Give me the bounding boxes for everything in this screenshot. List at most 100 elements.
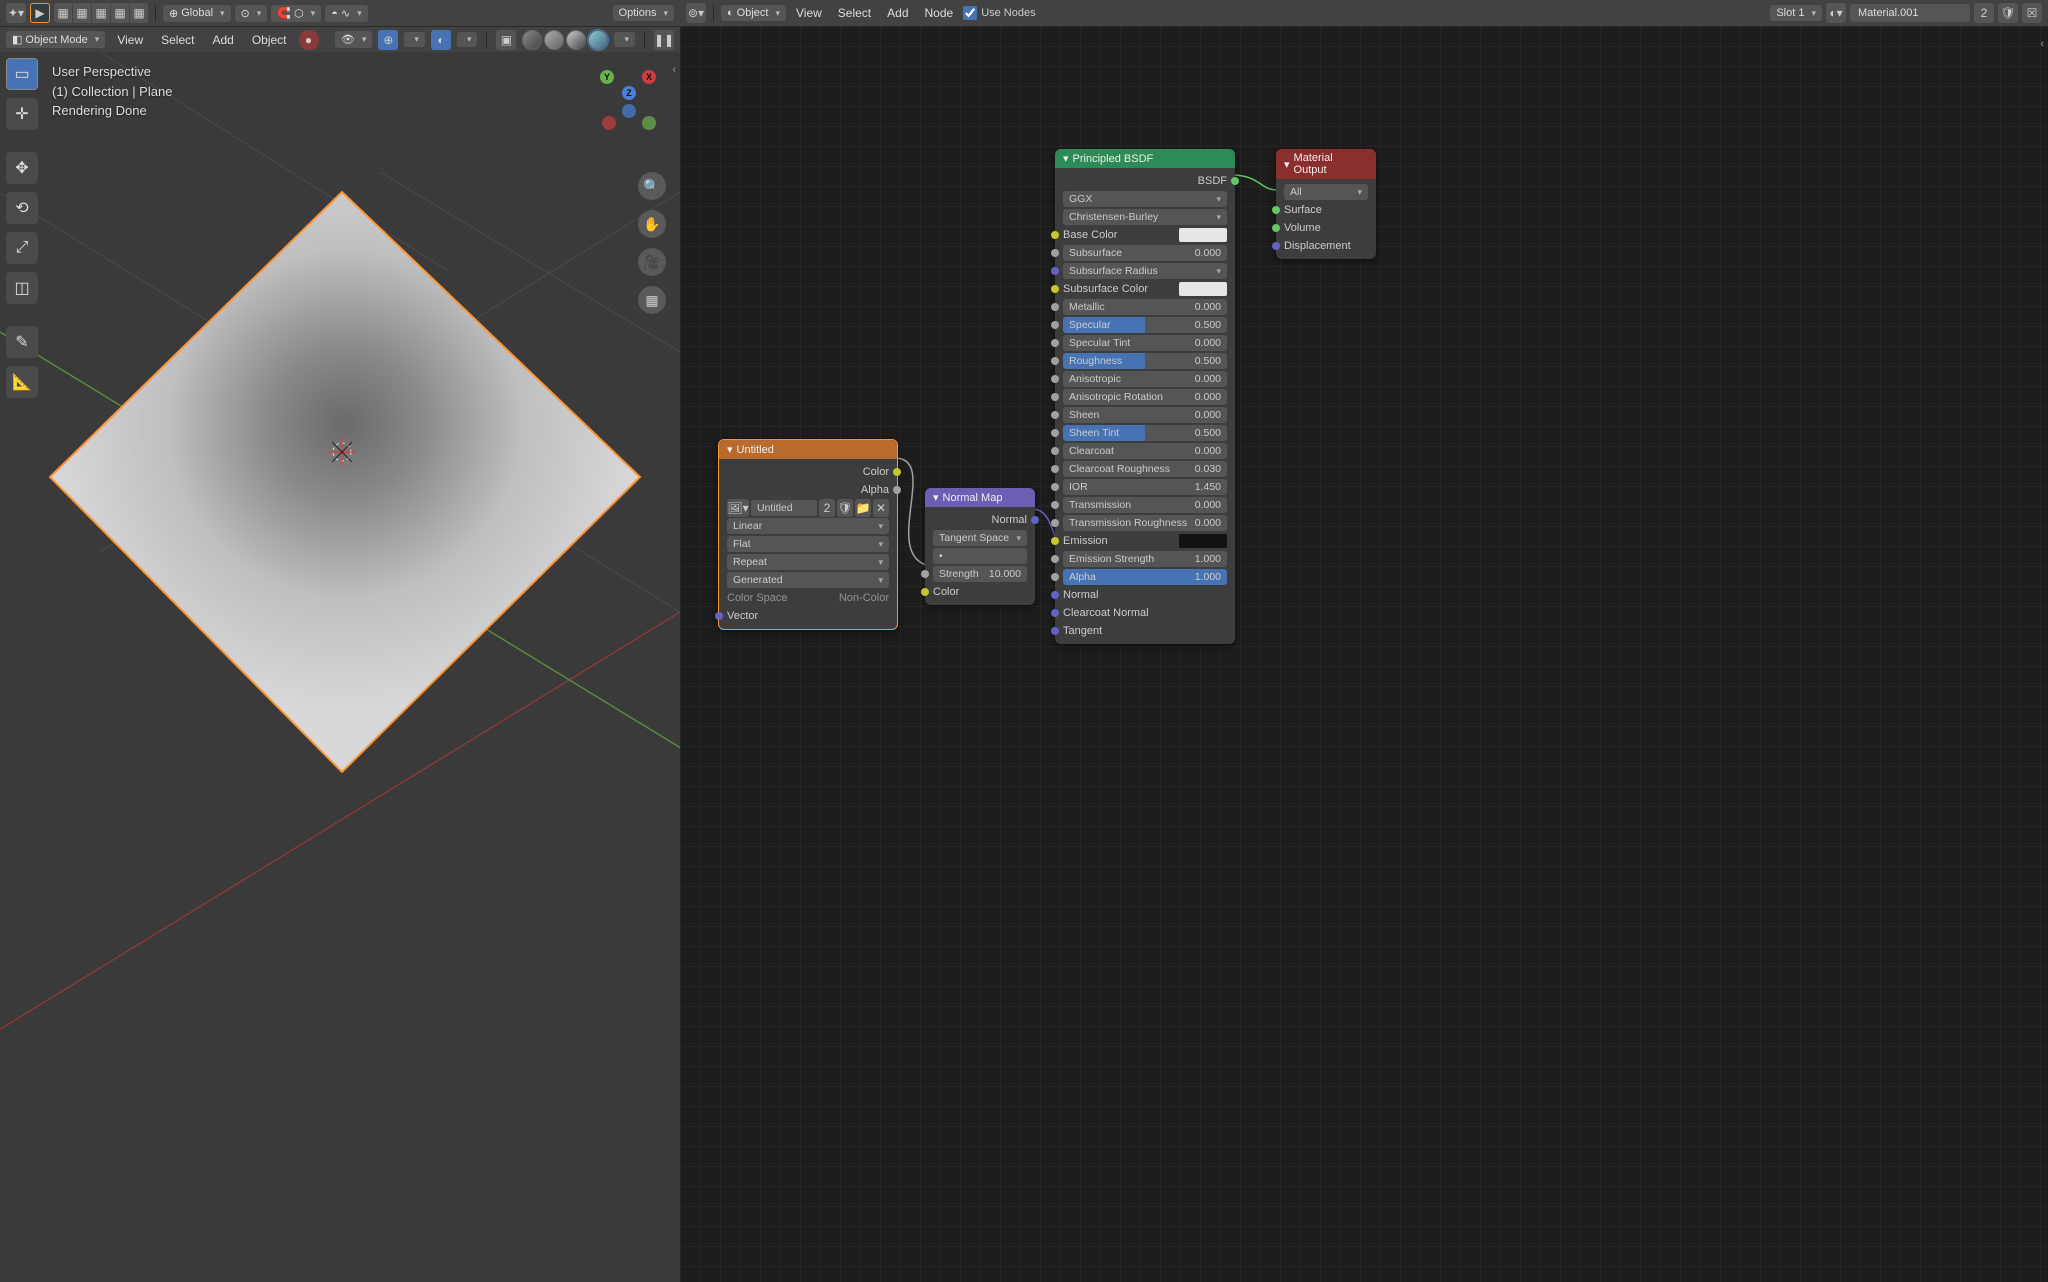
select-mode-group[interactable]: ▦ ▦ ▦ ▦ ▦ xyxy=(54,3,148,23)
shading-modes[interactable] xyxy=(522,30,608,50)
tool-rotate[interactable]: ⟲ xyxy=(6,192,38,224)
viewport-header-1: ✦▾ ▶ ▦ ▦ ▦ ▦ ▦ ⊕Global ⊙ 🧲 ⬡ ◓ ∿ Options xyxy=(0,0,680,26)
bsdf-input-anisotropic-rotation[interactable]: Anisotropic Rotation0.000 xyxy=(1055,388,1235,406)
overlay-dropdown[interactable] xyxy=(457,32,478,47)
menu-view[interactable]: View xyxy=(111,31,149,49)
new-material-icon[interactable]: ☒ xyxy=(2022,3,2042,23)
nav-gizmo[interactable]: X Y Z xyxy=(598,62,662,126)
cursor-tool-icon[interactable]: ▶ xyxy=(30,3,50,23)
node-editor-panel: ⊚▾ ◐Object View Select Add Node Use Node… xyxy=(680,0,2048,1282)
extension-dropdown[interactable]: Repeat xyxy=(727,554,889,570)
bsdf-input-tangent[interactable]: Tangent xyxy=(1055,622,1235,640)
bsdf-input-subsurface[interactable]: Subsurface0.000 xyxy=(1055,244,1235,262)
orientation-dropdown[interactable]: ⊕Global xyxy=(163,5,231,22)
camera-icon[interactable]: 🎥 xyxy=(638,248,666,276)
bsdf-input-subsurface-color[interactable]: Subsurface Color xyxy=(1055,280,1235,298)
bsdf-input-metallic[interactable]: Metallic0.000 xyxy=(1055,298,1235,316)
proportional-dropdown[interactable]: ◓ ∿ xyxy=(325,5,367,22)
tool-scale[interactable]: ⤢ xyxy=(6,232,38,264)
node-principled-bsdf[interactable]: ▾ Principled BSDF BSDF GGX Christensen-B… xyxy=(1055,149,1235,644)
image-users-button[interactable]: 2 xyxy=(819,499,835,517)
tool-select[interactable]: ▭ xyxy=(6,58,38,90)
node-menu-add[interactable]: Add xyxy=(881,4,914,22)
fake-user-small-icon[interactable]: 🛡 xyxy=(837,499,853,517)
node-editor-canvas[interactable]: ‹ ▾ Untitled Color Alpha 🖼▾ Untitled 2 🛡… xyxy=(680,26,2048,1282)
tool-measure[interactable]: 📐 xyxy=(6,366,38,398)
gizmo-dropdown[interactable] xyxy=(404,32,425,47)
slot-dropdown[interactable]: Slot 1 xyxy=(1770,5,1822,21)
pivot-dropdown[interactable]: ⊙ xyxy=(235,5,268,22)
bsdf-input-transmission[interactable]: Transmission0.000 xyxy=(1055,496,1235,514)
normal-space-dropdown[interactable]: Tangent Space xyxy=(933,530,1027,546)
mode-dropdown[interactable]: ◧Object Mode xyxy=(6,31,105,48)
menu-add[interactable]: Add xyxy=(206,31,239,49)
bsdf-input-ior[interactable]: IOR1.450 xyxy=(1055,478,1235,496)
shading-dropdown[interactable] xyxy=(614,32,635,47)
unlink-icon[interactable]: ✕ xyxy=(873,499,889,517)
tool-annotate[interactable]: ✎ xyxy=(6,326,38,358)
interpolation-dropdown[interactable]: Linear xyxy=(727,518,889,534)
tool-cursor[interactable]: ✛ xyxy=(6,98,38,130)
options-dropdown[interactable]: Options xyxy=(613,5,674,21)
use-nodes-checkbox[interactable]: Use Nodes xyxy=(963,6,1035,20)
material-browse-icon[interactable]: ◐▾ xyxy=(1826,3,1846,23)
node-menu-select[interactable]: Select xyxy=(832,4,877,22)
bsdf-input-sheen-tint[interactable]: Sheen Tint0.500 xyxy=(1055,424,1235,442)
image-browse-icon[interactable]: 🖼▾ xyxy=(727,499,749,517)
record-icon[interactable]: ● xyxy=(299,30,319,50)
sss-method-dropdown[interactable]: Christensen-Burley xyxy=(1063,209,1227,225)
fake-user-icon[interactable]: 🛡 xyxy=(1998,3,2018,23)
node-normal-map[interactable]: ▾ Normal Map Normal Tangent Space • Stre… xyxy=(925,488,1035,605)
toolbar: ▭ ✛ ✥ ⟲ ⤢ ◫ ✎ 📐 xyxy=(6,58,38,398)
material-users-button[interactable]: 2 xyxy=(1974,3,1994,23)
viewport-panel: ✦▾ ▶ ▦ ▦ ▦ ▦ ▦ ⊕Global ⊙ 🧲 ⬡ ◓ ∿ Options… xyxy=(0,0,680,1282)
bsdf-input-transmission-roughness[interactable]: Transmission Roughness0.000 xyxy=(1055,514,1235,532)
bsdf-input-emission-strength[interactable]: Emission Strength1.000 xyxy=(1055,550,1235,568)
collapse-handle-node-icon[interactable]: ‹ xyxy=(2040,38,2044,50)
bsdf-input-emission[interactable]: Emission xyxy=(1055,532,1235,550)
node-menu-node[interactable]: Node xyxy=(919,4,960,22)
bsdf-input-specular[interactable]: Specular0.500 xyxy=(1055,316,1235,334)
open-file-icon[interactable]: 📁 xyxy=(855,499,871,517)
bsdf-input-alpha[interactable]: Alpha1.000 xyxy=(1055,568,1235,586)
source-dropdown[interactable]: Generated xyxy=(727,572,889,588)
bsdf-input-roughness[interactable]: Roughness0.500 xyxy=(1055,352,1235,370)
collapse-handle-icon[interactable]: ‹ xyxy=(672,64,676,76)
visibility-dropdown[interactable]: 👁 xyxy=(335,31,373,48)
node-material-output[interactable]: ▾ Material Output All Surface Volume Dis… xyxy=(1276,149,1376,259)
snap-dropdown[interactable]: 🧲 ⬡ xyxy=(271,5,321,22)
bsdf-input-anisotropic[interactable]: Anisotropic0.000 xyxy=(1055,370,1235,388)
editor-type-icon[interactable]: ✦▾ xyxy=(6,3,26,23)
projection-dropdown[interactable]: Flat xyxy=(727,536,889,552)
node-menu-view[interactable]: View xyxy=(790,4,828,22)
bsdf-input-base-color[interactable]: Base Color xyxy=(1055,226,1235,244)
bsdf-input-subsurface-radius[interactable]: Subsurface Radius xyxy=(1055,262,1235,280)
bsdf-input-clearcoat[interactable]: Clearcoat0.000 xyxy=(1055,442,1235,460)
bsdf-input-normal[interactable]: Normal xyxy=(1055,586,1235,604)
xray-icon[interactable]: ▣ xyxy=(496,30,516,50)
editor-type-node-icon[interactable]: ⊚▾ xyxy=(686,3,706,23)
bsdf-input-clearcoat-roughness[interactable]: Clearcoat Roughness0.030 xyxy=(1055,460,1235,478)
bsdf-input-sheen[interactable]: Sheen0.000 xyxy=(1055,406,1235,424)
overlay-toggle-icon[interactable]: ◐ xyxy=(431,30,451,50)
material-name-input[interactable] xyxy=(1850,4,1970,22)
bsdf-input-clearcoat-normal[interactable]: Clearcoat Normal xyxy=(1055,604,1235,622)
gizmo-toggle-icon[interactable]: ⊕ xyxy=(378,30,398,50)
uvmap-field[interactable]: • xyxy=(933,548,1027,564)
output-target-dropdown[interactable]: All xyxy=(1284,184,1368,200)
data-type-dropdown[interactable]: ◐Object xyxy=(721,5,786,21)
bsdf-input-specular-tint[interactable]: Specular Tint0.000 xyxy=(1055,334,1235,352)
zoom-icon[interactable]: 🔍 xyxy=(638,172,666,200)
node-image-texture[interactable]: ▾ Untitled Color Alpha 🖼▾ Untitled 2 🛡 📁… xyxy=(718,439,898,630)
tool-transform[interactable]: ◫ xyxy=(6,272,38,304)
ortho-icon[interactable]: ▦ xyxy=(638,286,666,314)
image-name-field[interactable]: Untitled xyxy=(751,500,817,516)
tool-move[interactable]: ✥ xyxy=(6,152,38,184)
strength-slider[interactable]: Strength10.000 xyxy=(933,566,1027,582)
pan-icon[interactable]: ✋ xyxy=(638,210,666,238)
pause-render-icon[interactable]: ❚❚ xyxy=(654,30,674,50)
distribution-dropdown[interactable]: GGX xyxy=(1063,191,1227,207)
menu-select[interactable]: Select xyxy=(155,31,200,49)
viewport-3d[interactable]: ▭ ✛ ✥ ⟲ ⤢ ◫ ✎ 📐 User Perspective (1) Col… xyxy=(0,52,680,1282)
menu-object[interactable]: Object xyxy=(246,31,293,49)
